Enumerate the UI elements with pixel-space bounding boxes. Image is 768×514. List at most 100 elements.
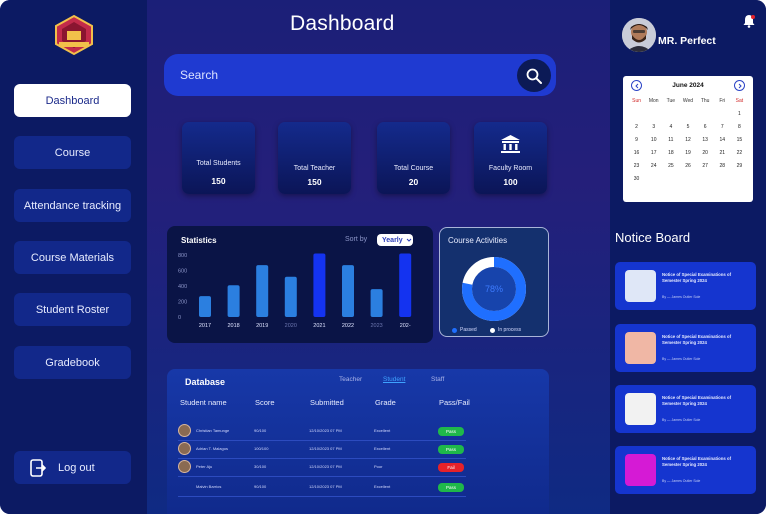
tab-teacher[interactable]: Teacher — [339, 376, 362, 383]
calendar-day[interactable]: 15 — [731, 136, 748, 144]
donut-center-label: 78% — [485, 284, 503, 294]
x-tick-label: 2018 — [227, 323, 239, 329]
stat-card-total-course[interactable]: Total Course 20 — [377, 122, 450, 194]
notice-author: By — James Outler Sole — [662, 418, 701, 422]
calendar-day[interactable]: 2 — [628, 123, 645, 131]
calendar-day[interactable]: 5 — [679, 123, 696, 131]
calendar-day[interactable]: 28 — [714, 162, 731, 170]
calendar-next-button[interactable] — [734, 80, 745, 91]
notice-card[interactable]: Notice of Special Examinations of Semest… — [615, 262, 756, 310]
calendar-day[interactable]: 3 — [645, 123, 662, 131]
stat-value: 20 — [408, 177, 419, 187]
bar-2019[interactable] — [256, 265, 269, 317]
y-tick-label: 0 — [178, 315, 181, 321]
sidebar-item-student-roster[interactable]: Student Roster — [14, 293, 131, 326]
calendar-day-header: Sun — [632, 98, 642, 104]
logout-button[interactable]: Log out — [14, 451, 131, 484]
calendar-day[interactable]: 7 — [714, 123, 731, 131]
bar-2017[interactable] — [199, 296, 211, 317]
cell-submitted: 12/10/2023 07 PM — [309, 484, 342, 489]
calendar-day[interactable]: 27 — [697, 162, 714, 170]
calendar-day-header: Fri — [719, 98, 726, 104]
x-tick-label: 2017 — [199, 323, 211, 329]
stat-card-total-students[interactable]: Total Students 150 — [182, 122, 255, 194]
table-row[interactable]: Christian Tamunge 90/100 12/10/2023 07 P… — [178, 423, 466, 441]
y-tick-label: 400 — [178, 284, 187, 290]
sidebar-item-attendance-tracking[interactable]: Attendance tracking — [14, 189, 131, 222]
calendar-day[interactable]: 19 — [679, 149, 696, 157]
bar-2023[interactable] — [370, 289, 383, 317]
table-row[interactable]: Malvin Barrios 90/100 12/10/2023 07 PM E… — [178, 479, 466, 497]
notification-bell-icon[interactable] — [743, 14, 755, 28]
notice-text: Notice of Special Examinations of Semest… — [662, 395, 732, 407]
calendar-day[interactable]: 25 — [662, 162, 679, 170]
column-header-submitted: Submitted — [310, 398, 344, 407]
table-row[interactable]: Adrian T. Malagos 100/100 12/10/2023 07 … — [178, 441, 466, 459]
bar-2020[interactable] — [284, 276, 297, 317]
x-tick-label: 2023 — [370, 323, 382, 329]
database-panel: Database Teacher Student Staff Student n… — [167, 369, 549, 514]
notice-card[interactable]: Notice of Special Examinations of Semest… — [615, 446, 756, 494]
cell-score: 30/100 — [254, 464, 267, 469]
avatar[interactable] — [622, 18, 656, 52]
y-tick-label: 800 — [178, 253, 187, 259]
calendar-day[interactable]: 9 — [628, 136, 645, 144]
search-button[interactable] — [517, 59, 551, 92]
bar-202-[interactable] — [399, 253, 412, 317]
database-title: Database — [185, 377, 226, 387]
notice-text: Notice of Special Examinations of Semest… — [662, 456, 732, 468]
calendar-day-header: Wed — [682, 98, 694, 104]
calendar-day[interactable]: 24 — [645, 162, 662, 170]
x-tick-label: 2021 — [313, 323, 325, 329]
calendar-day[interactable]: 23 — [628, 162, 645, 170]
notice-card[interactable]: Notice of Special Examinations of Semest… — [615, 385, 756, 433]
statistics-panel: Statistics Sort by Yearly 800 600 400 200 0 2… — [167, 226, 433, 343]
calendar-day[interactable]: 12 — [679, 136, 696, 144]
calendar-day[interactable]: 11 — [662, 136, 679, 144]
bar-2018[interactable] — [227, 285, 240, 317]
calendar-day[interactable]: 10 — [645, 136, 662, 144]
calendar-day[interactable]: 17 — [645, 149, 662, 157]
calendar-day[interactable]: 21 — [714, 149, 731, 157]
calendar-empty-cell — [679, 175, 696, 183]
calendar-day[interactable]: 16 — [628, 149, 645, 157]
calendar-day[interactable]: 30 — [628, 175, 645, 183]
calendar-day[interactable]: 14 — [714, 136, 731, 144]
calendar-day[interactable]: 18 — [662, 149, 679, 157]
calendar-day[interactable]: 8 — [731, 123, 748, 131]
table-row[interactable]: Peter Aju 30/100 12/10/2023 07 PM Poor F… — [178, 459, 466, 477]
x-tick-label: 2020 — [285, 323, 297, 329]
calendar-empty-cell — [628, 110, 645, 118]
bar-2022[interactable] — [342, 265, 354, 317]
calendar-day[interactable]: 13 — [697, 136, 714, 144]
stat-value: 150 — [307, 177, 322, 187]
tab-staff[interactable]: Staff — [431, 376, 444, 383]
x-tick-label: 2022 — [342, 323, 354, 329]
stat-card-faculty-room[interactable]: Faculty Room 100 — [474, 122, 547, 194]
calendar-empty-cell — [731, 175, 748, 183]
cell-grade: Excellent — [374, 484, 391, 489]
calendar-day[interactable]: 29 — [731, 162, 748, 170]
calendar-day[interactable]: 1 — [731, 110, 748, 118]
stat-card-total-teacher[interactable]: Total Teacher 150 — [278, 122, 351, 194]
sidebar-item-course[interactable]: Course — [14, 136, 131, 169]
sidebar-item-gradebook[interactable]: Gradebook — [14, 346, 131, 379]
sidebar-item-course-materials[interactable]: Course Materials — [14, 241, 131, 274]
tab-student[interactable]: Student — [383, 376, 405, 383]
calendar-day[interactable]: 20 — [697, 149, 714, 157]
notice-card[interactable]: Notice of Special Examinations of Semest… — [615, 324, 756, 372]
calendar-day[interactable]: 26 — [679, 162, 696, 170]
notice-author: By — James Outler Sole — [662, 295, 701, 299]
cell-submitted: 12/10/2023 07 PM — [309, 428, 342, 433]
bar-2021[interactable] — [313, 253, 326, 317]
search-input[interactable] — [180, 68, 480, 82]
status-badge: Pass — [438, 427, 464, 436]
y-tick-label: 600 — [178, 269, 187, 275]
notice-image — [625, 270, 656, 302]
calendar-day[interactable]: 6 — [697, 123, 714, 131]
sidebar-item-dashboard[interactable]: Dashboard — [14, 84, 131, 117]
calendar-day[interactable]: 4 — [662, 123, 679, 131]
calendar-empty-cell — [662, 175, 679, 183]
search-icon — [526, 68, 542, 84]
calendar-day[interactable]: 22 — [731, 149, 748, 157]
